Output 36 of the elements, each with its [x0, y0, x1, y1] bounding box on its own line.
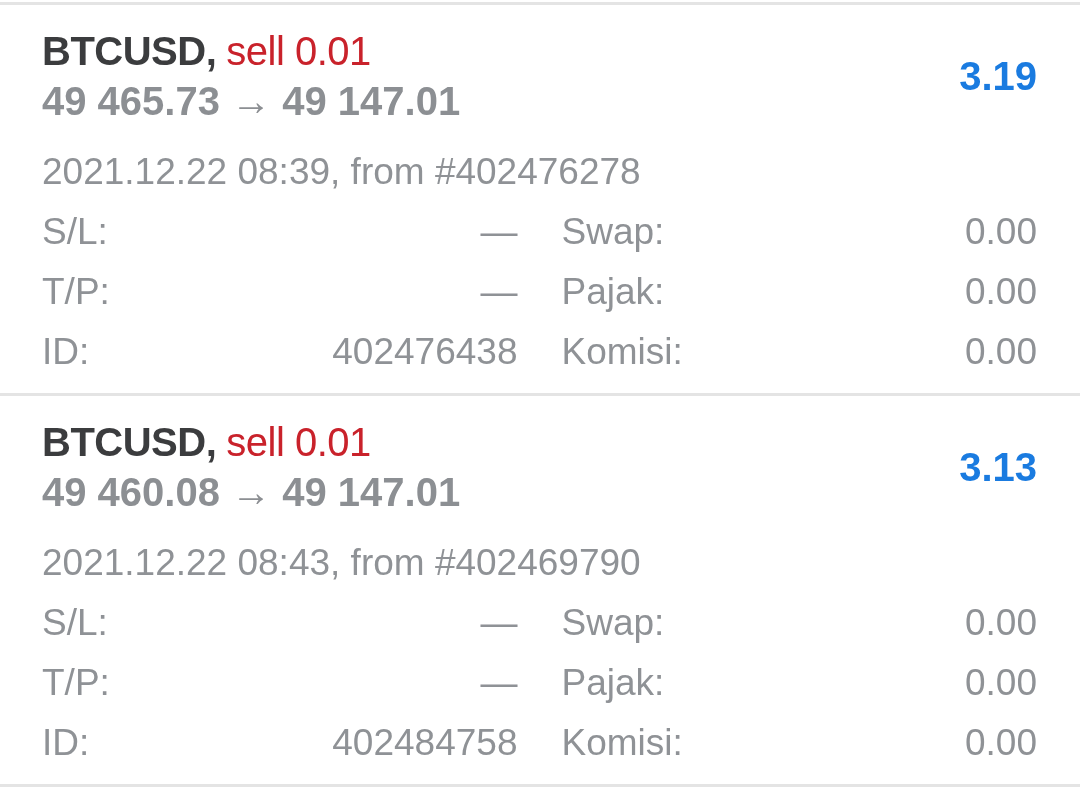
field-label: T/P:	[42, 270, 110, 314]
trade-card[interactable]: BTCUSD, sell 0.01 49 465.73 → 49 147.01 3.19 2021.12.22 08:39, from #402476278 S/L: — Swap: 0.00 T/P: — Pajak: 0.00 ID: 402476438 Komisi: 0.00	[0, 5, 1080, 396]
field-label: Pajak:	[561, 661, 665, 705]
field-value: 0.00	[965, 270, 1037, 314]
field-label: Komisi:	[561, 330, 683, 374]
order-text: sell 0.01	[226, 28, 371, 75]
field-value: 0.00	[965, 210, 1037, 254]
profit-value: 3.13	[959, 444, 1037, 491]
field-value: —	[480, 270, 518, 314]
field-value: —	[480, 210, 518, 254]
trade-card[interactable]: BTCUSD, sell 0.01 49 460.08 → 49 147.01 3.13 2021.12.22 08:43, from #402469790 S/L: — Swap: 0.00 T/P: — Pajak: 0.00 ID: 402484758 Komisi: 0.00	[0, 396, 1080, 787]
trade-time: 2021.12.22 08:43, from #402469790	[42, 541, 641, 585]
field-label: ID:	[42, 330, 90, 374]
field-label: Swap:	[561, 601, 665, 645]
field-label: S/L:	[42, 210, 108, 254]
field-value: —	[480, 601, 518, 645]
field-value: 0.00	[965, 721, 1037, 765]
field-label: Komisi:	[561, 721, 683, 765]
field-label: T/P:	[42, 661, 110, 705]
field-value: 0.00	[965, 601, 1037, 645]
field-label: Swap:	[561, 210, 665, 254]
field-value: 0.00	[965, 661, 1037, 705]
field-value: 402484758	[332, 721, 518, 765]
price-range: 49 460.08 → 49 147.01	[42, 469, 461, 516]
symbol-text: BTCUSD,	[42, 28, 217, 75]
field-label: ID:	[42, 721, 90, 765]
trade-time: 2021.12.22 08:39, from #402476278	[42, 150, 641, 194]
field-value: 0.00	[965, 330, 1037, 374]
field-label: S/L:	[42, 601, 108, 645]
field-value: 402476438	[332, 330, 518, 374]
symbol-text: BTCUSD,	[42, 419, 217, 466]
price-range: 49 465.73 → 49 147.01	[42, 78, 461, 125]
field-label: Pajak:	[561, 270, 665, 314]
field-value: —	[480, 661, 518, 705]
profit-value: 3.19	[959, 53, 1037, 100]
order-text: sell 0.01	[226, 419, 371, 466]
